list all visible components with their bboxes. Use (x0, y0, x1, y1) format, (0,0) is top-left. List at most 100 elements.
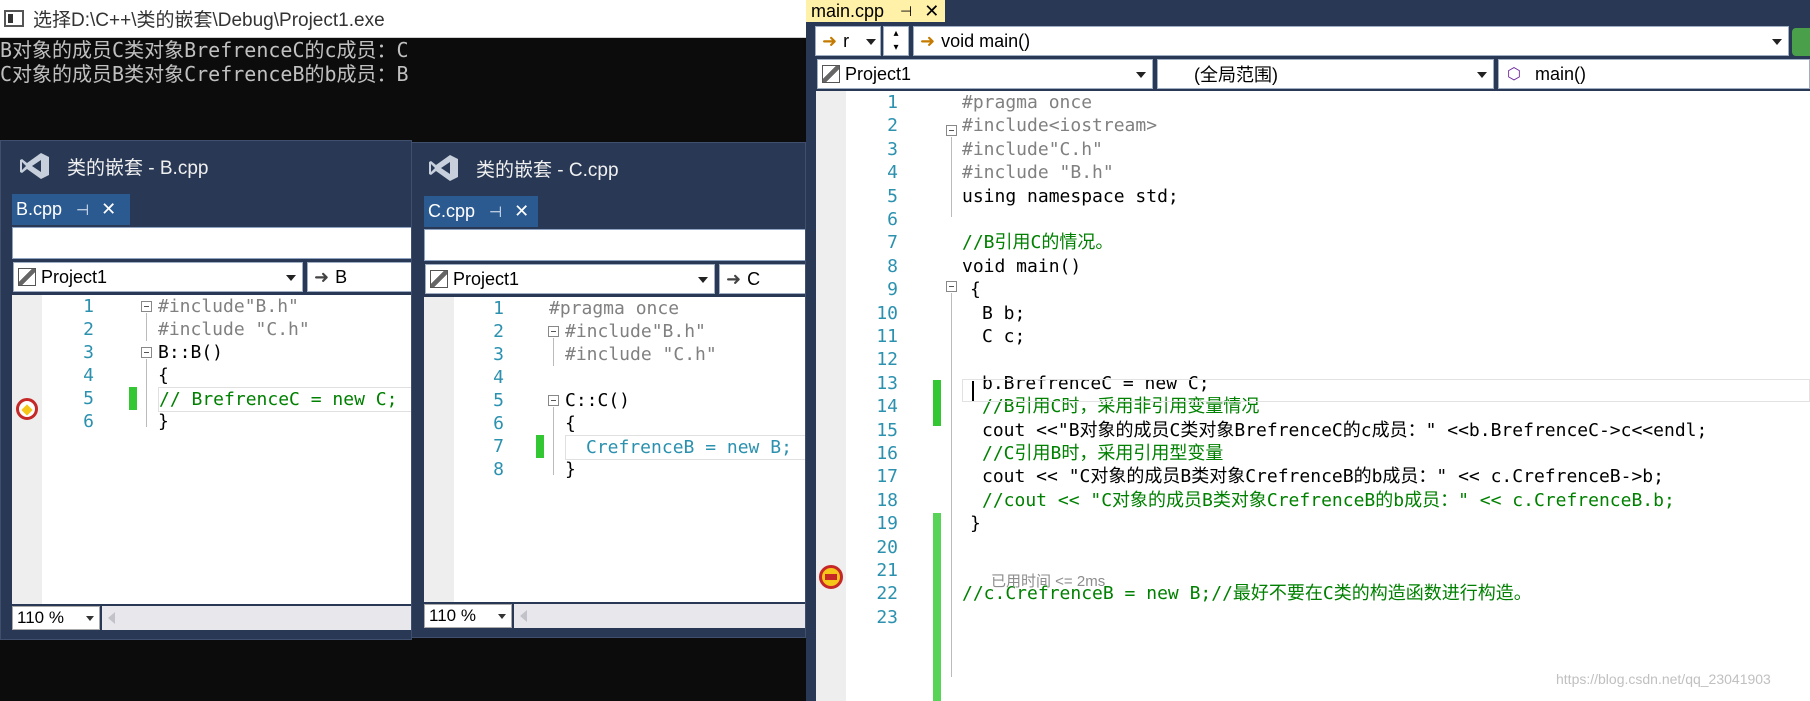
line-number: 5 (83, 388, 94, 409)
run-icon[interactable] (1792, 28, 1810, 56)
line-number: 14 (876, 396, 898, 417)
tab-c-cpp[interactable]: C.cpp ⊣ ✕ (424, 196, 538, 227)
collapse-icon[interactable] (946, 125, 957, 136)
line-number: 2 (887, 115, 898, 136)
function-dropdown[interactable]: ➜ void main() (913, 26, 1789, 56)
close-icon[interactable]: ✕ (924, 1, 939, 22)
scope-dropdown-value: C (747, 268, 761, 289)
change-indicator (129, 387, 137, 410)
project-dropdown-value: Project1 (41, 266, 108, 287)
console-title: 选择D:\C++\类的嵌套\Debug\Project1.exe (33, 10, 385, 31)
collapse-icon[interactable] (548, 326, 559, 337)
line-number: 13 (876, 373, 898, 394)
line-number: 23 (876, 607, 898, 628)
breakpoint-icon[interactable] (16, 398, 38, 420)
navigation-field[interactable] (12, 227, 411, 259)
line-number: 6 (887, 209, 898, 230)
navigation-field[interactable] (424, 229, 805, 261)
collapse-icon[interactable] (141, 347, 152, 358)
zoom-dropdown[interactable]: 110 % (424, 604, 512, 628)
chevron-down-icon (286, 275, 296, 281)
arrow-right-icon: ➜ (726, 268, 742, 289)
code-line: //cout << "C对象的成员B类对象CrefrenceB的b成员：" <<… (982, 490, 1675, 511)
arrow-right-icon: ➜ (314, 266, 330, 287)
code-line: #include"C.h" (962, 139, 1103, 160)
breakpoint-margin[interactable] (12, 295, 42, 604)
line-number: 3 (493, 344, 504, 365)
window-title: 类的嵌套 - B.cpp (67, 157, 209, 179)
project-icon (430, 270, 448, 288)
console-titlebar[interactable]: 选择D:\C++\类的嵌套\Debug\Project1.exe (0, 0, 806, 38)
project-dropdown-value: Project1 (453, 268, 520, 289)
code-line: #include "C.h" (565, 344, 717, 365)
scroll-left-icon[interactable] (520, 610, 527, 622)
current-line-highlight (962, 379, 1810, 402)
window-title: 类的嵌套 - C.cpp (476, 159, 619, 181)
line-number: 10 (876, 303, 898, 324)
code-line: #pragma once (962, 92, 1093, 113)
line-number: 2 (83, 319, 94, 340)
scroll-left-icon[interactable] (108, 612, 115, 624)
tab-label: B.cpp (16, 199, 63, 219)
collapse-icon[interactable] (946, 281, 957, 292)
line-number: 6 (493, 413, 504, 434)
code-editor-c[interactable]: 1 2 3 4 5 6 7 8 #pragma once #include"B.… (424, 297, 805, 602)
line-number: 1 (83, 296, 94, 317)
toolbar-left-dropdown[interactable]: ➜ r (815, 26, 881, 56)
line-number: 4 (887, 162, 898, 183)
function-dropdown-value: void main() (941, 30, 1031, 51)
close-icon[interactable]: ✕ (514, 201, 529, 222)
close-icon[interactable]: ✕ (101, 199, 116, 220)
line-number: 4 (83, 365, 94, 386)
project-icon (18, 268, 36, 286)
chevron-down-icon (498, 614, 506, 619)
spin-button[interactable]: ▴ ▾ (883, 26, 909, 56)
line-number: 2 (493, 321, 504, 342)
code-line: #include"B.h" (565, 321, 706, 342)
scope-dropdown[interactable]: (全局范围) (1157, 59, 1494, 89)
breakpoint-margin[interactable] (424, 297, 454, 602)
change-indicator (933, 380, 941, 426)
project-dropdown[interactable]: Project1 (817, 59, 1153, 89)
tab-main-cpp[interactable]: main.cpp ⊣ ✕ (806, 0, 946, 22)
toolbar-left-value: r (843, 30, 850, 51)
outline-guide (553, 338, 554, 366)
vs-titlebar[interactable]: 类的嵌套 - C.cpp (412, 143, 805, 193)
zoom-dropdown[interactable]: 110 % (12, 606, 100, 630)
member-dropdown[interactable]: ⬡ main() (1498, 59, 1810, 89)
change-indicator (933, 513, 941, 601)
pin-icon[interactable]: ⊣ (900, 3, 912, 20)
collapse-icon[interactable] (548, 395, 559, 406)
collapse-icon[interactable] (141, 301, 152, 312)
chevron-down-icon (866, 39, 876, 45)
code-editor-main[interactable]: 1 #pragma once 2 #include<iostream> 3 #includ… (816, 91, 1810, 701)
horizontal-scrollbar[interactable] (514, 604, 805, 628)
watermark: https://blog.csdn.net/qq_23041903 (1556, 671, 1771, 687)
vs-titlebar[interactable]: 类的嵌套 - B.cpp (1, 141, 411, 191)
tab-b-cpp[interactable]: B.cpp ⊣ ✕ (12, 194, 130, 225)
code-line: // BrefrenceC = new C; (158, 387, 411, 412)
code-editor-b[interactable]: 1 2 3 4 5 6 #include"B.h" #include "C.h"… (12, 295, 411, 604)
pin-icon[interactable]: ⊣ (76, 201, 89, 219)
line-number: 7 (493, 436, 504, 457)
code-line: { (158, 365, 169, 386)
line-number: 1 (493, 298, 504, 319)
scope-dropdown[interactable]: ➜ C (719, 264, 805, 294)
current-statement-icon[interactable] (819, 565, 843, 589)
project-icon (822, 65, 840, 83)
horizontal-scrollbar[interactable] (102, 606, 411, 630)
line-number: 11 (876, 326, 898, 347)
text-caret (972, 381, 974, 401)
line-number: 3 (887, 139, 898, 160)
project-dropdown[interactable]: Project1 (425, 264, 715, 294)
pin-icon[interactable]: ⊣ (489, 203, 502, 221)
outline-guide (553, 407, 554, 475)
line-number: 18 (876, 490, 898, 511)
line-number: 8 (887, 256, 898, 277)
breakpoint-margin[interactable] (816, 91, 846, 701)
scope-dropdown[interactable]: ➜ B (307, 262, 411, 292)
line-number: 16 (876, 443, 898, 464)
arrow-right-icon: ➜ (822, 30, 838, 51)
project-dropdown[interactable]: Project1 (13, 262, 303, 292)
elapsed-time-hint: 已用时间 <= 2ms (991, 573, 1106, 590)
